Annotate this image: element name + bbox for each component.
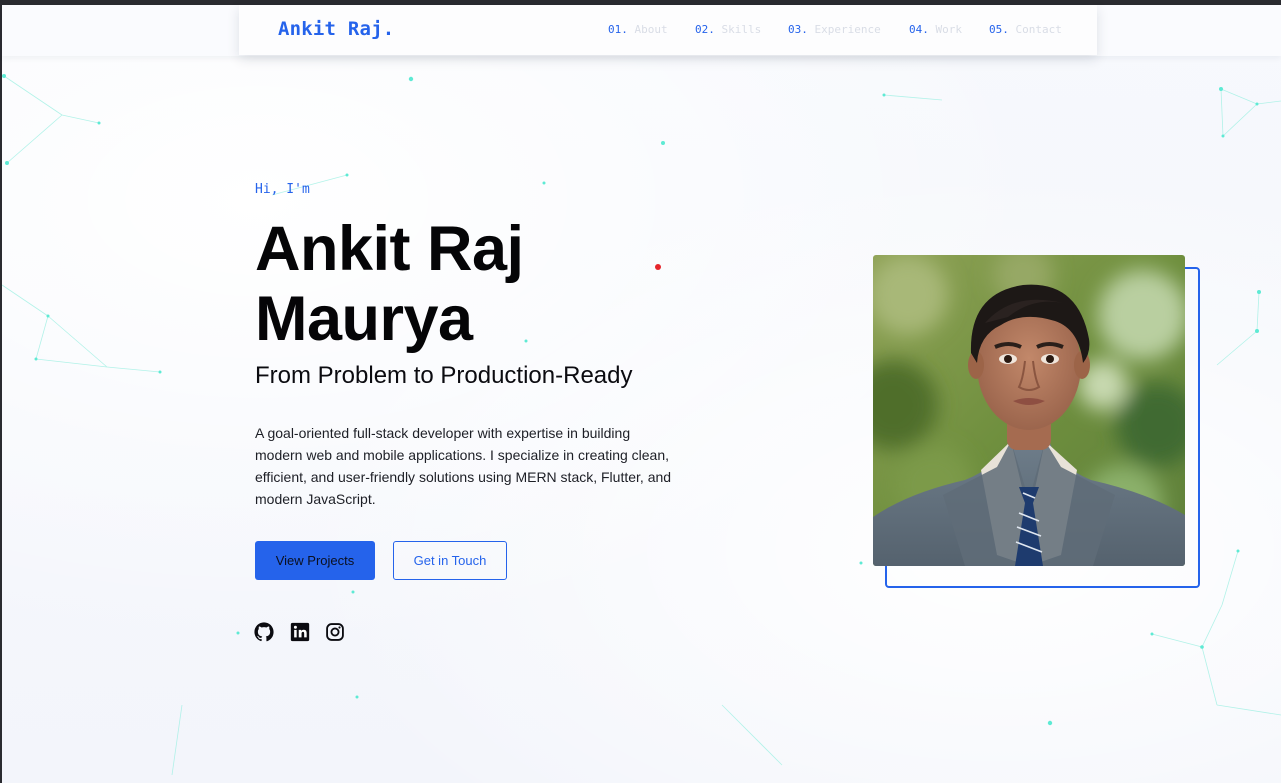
profile-photo: [873, 255, 1185, 566]
nav-label: Contact: [1015, 23, 1062, 36]
nav-label: Work: [935, 23, 963, 36]
nav-number: 01.: [608, 23, 628, 36]
nav-label: About: [634, 23, 668, 36]
nav-number: 02.: [695, 23, 715, 36]
nav-menu: 01. About 02. Skills 03. Experience 04. …: [239, 23, 1097, 39]
nav-label: Skills: [721, 23, 762, 36]
github-icon[interactable]: [254, 622, 274, 642]
nav-link-work[interactable]: 04. Work: [909, 23, 962, 36]
mouse-cursor-dot: [655, 264, 661, 270]
hero-description: A goal-oriented full-stack developer wit…: [255, 425, 672, 507]
nav-number: 05.: [989, 23, 1009, 36]
instagram-icon[interactable]: [325, 622, 345, 642]
nav-link-contact[interactable]: 05. Contact: [989, 23, 1062, 36]
hero-name: Ankit Raj Maurya: [255, 214, 675, 354]
window-left-border: [0, 0, 2, 783]
view-projects-button[interactable]: View Projects: [255, 541, 375, 580]
get-in-touch-button[interactable]: Get in Touch: [393, 541, 507, 580]
nav-number: 04.: [909, 23, 929, 36]
hero-tagline: From Problem to Production-Ready: [255, 362, 633, 389]
nav-link-experience[interactable]: 03. Experience: [788, 23, 881, 36]
nav-link-about[interactable]: 01. About: [608, 23, 668, 36]
nav-number: 03.: [788, 23, 808, 36]
hero-greeting: Hi, I'm: [255, 182, 310, 197]
hero-name-line-2: Maurya: [255, 284, 473, 354]
nav-label: Experience: [814, 23, 881, 36]
linkedin-icon[interactable]: [290, 622, 310, 642]
hero-name-line-1: Ankit Raj: [255, 214, 524, 284]
top-navbar: Ankit Raj. 01. About 02. Skills 03. Expe…: [239, 5, 1097, 55]
nav-link-skills[interactable]: 02. Skills: [695, 23, 761, 36]
